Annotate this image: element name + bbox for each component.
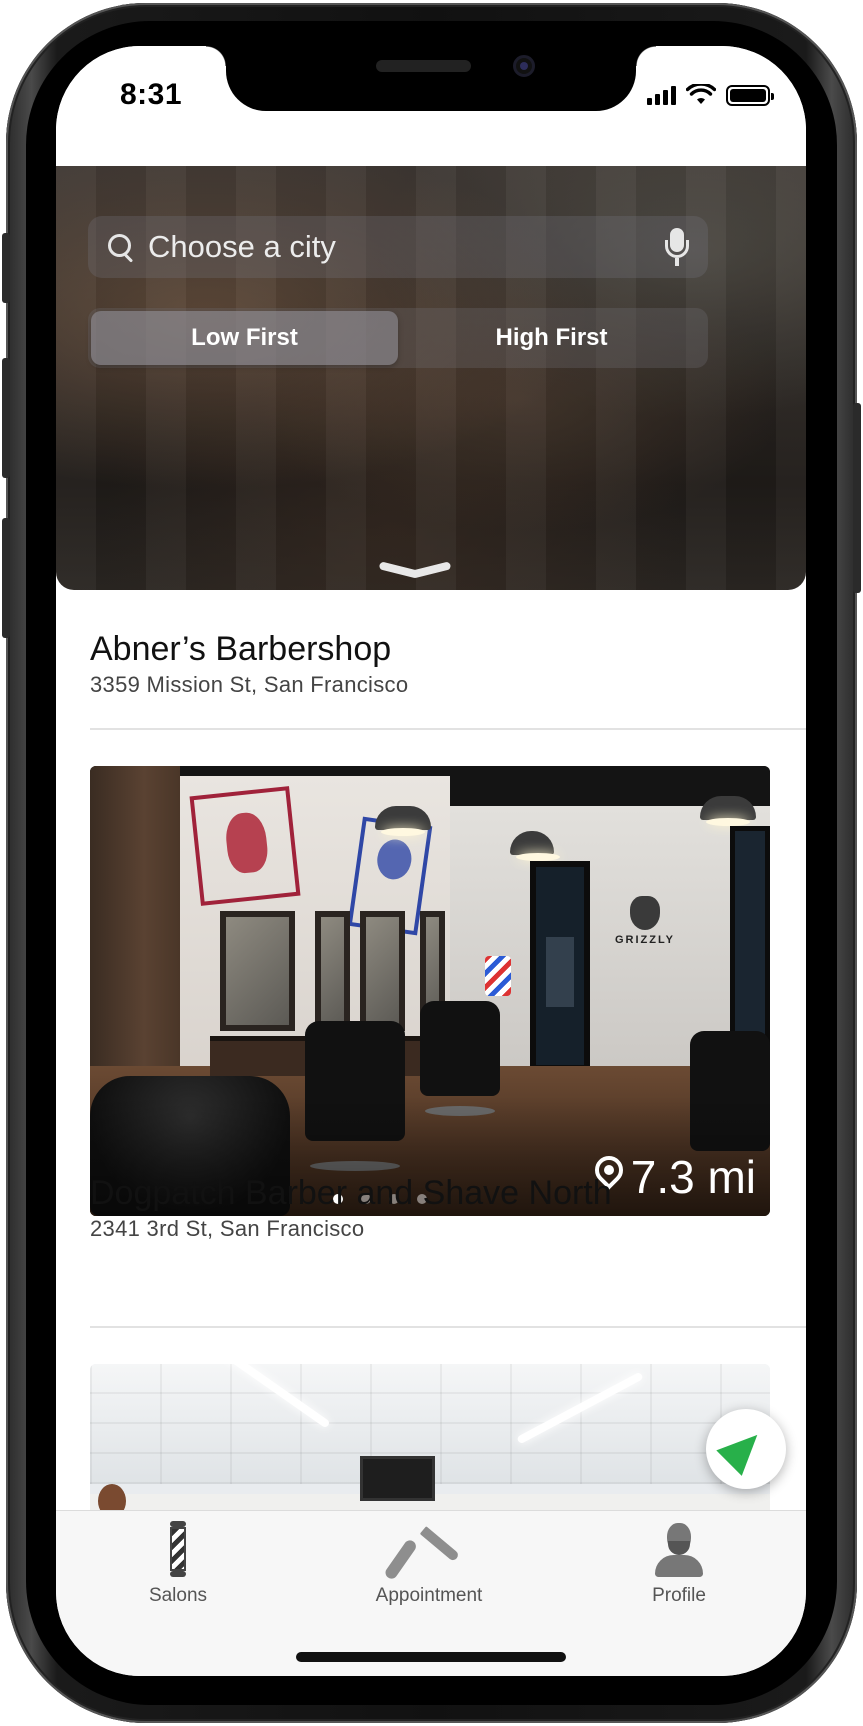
search-icon	[106, 232, 136, 262]
distance-value: 7.3 mi	[630, 1151, 756, 1203]
locate-me-button[interactable]	[706, 1409, 786, 1489]
barber-pole-icon	[168, 1521, 188, 1577]
sort-segmented-control[interactable]: Low First High First	[88, 308, 708, 368]
salon-photo[interactable]: GRIZZLY 7.3 mi	[90, 766, 770, 1216]
status-icons	[647, 84, 774, 106]
salon-name[interactable]: Abner’s Barbershop	[90, 630, 391, 669]
sort-high-first[interactable]: High First	[398, 311, 705, 365]
salon-address: 2341 3rd St, San Francisco	[90, 1216, 365, 1241]
grizzly-logo: GRIZZLY	[600, 896, 690, 956]
divider	[90, 728, 806, 730]
chevron-down-icon[interactable]	[379, 558, 451, 582]
divider	[90, 1326, 806, 1328]
barber-avatar-icon	[655, 1521, 703, 1577]
barber-pole-decor	[485, 956, 511, 996]
battery-icon	[726, 84, 774, 106]
silent-switch	[2, 233, 10, 303]
signal-icon	[647, 85, 676, 105]
tab-appointment[interactable]: Appointment	[339, 1519, 519, 1607]
power-button	[853, 403, 861, 593]
screen: 8:31 Abner’s Barbershop 3359 Mission St,…	[56, 46, 806, 1676]
speaker-grille	[376, 60, 471, 72]
salon-name[interactable]: Dogpatch Barber and Shave North	[90, 1174, 612, 1213]
home-indicator[interactable]	[296, 1652, 566, 1662]
search-header: Low First High First	[56, 166, 806, 590]
tab-profile[interactable]: Profile	[589, 1519, 769, 1607]
front-camera	[513, 55, 535, 77]
distance-label: 7.3 mi	[595, 1150, 756, 1204]
location-arrow-icon	[716, 1422, 771, 1476]
notch	[206, 46, 656, 111]
volume-up-button	[2, 358, 10, 478]
tab-label: Appointment	[375, 1585, 483, 1606]
razor-icon	[383, 1521, 469, 1581]
city-search-bar[interactable]	[88, 216, 708, 278]
wifi-icon	[686, 84, 716, 104]
mic-icon[interactable]	[664, 228, 690, 266]
tab-label: Salons	[148, 1585, 208, 1606]
status-time: 8:31	[120, 78, 183, 111]
salon-address: 3359 Mission St, San Francisco	[90, 672, 409, 697]
tab-salons[interactable]: Salons	[88, 1519, 268, 1607]
volume-down-button	[2, 518, 10, 638]
city-search-input[interactable]	[148, 229, 664, 265]
tab-label: Profile	[652, 1585, 706, 1606]
sort-low-first[interactable]: Low First	[91, 311, 398, 365]
